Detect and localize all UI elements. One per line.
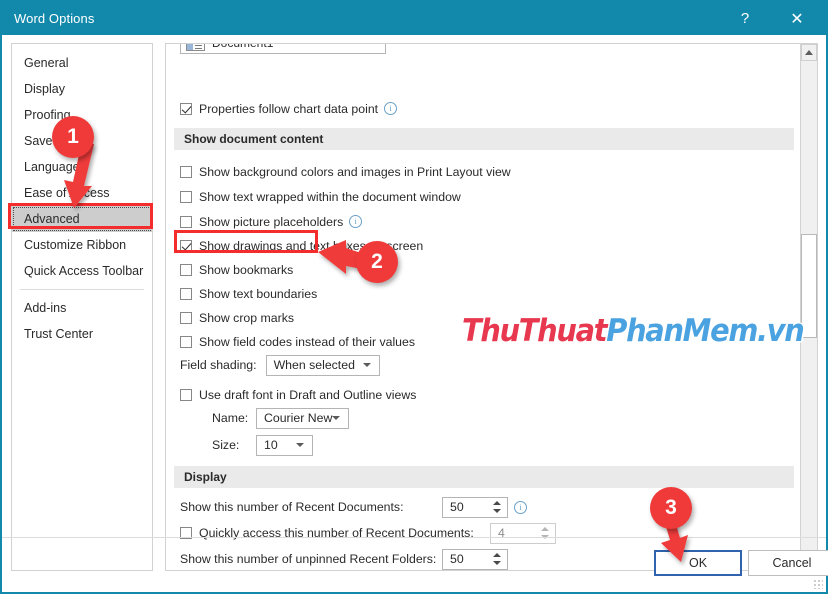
ok-button[interactable]: OK — [654, 550, 742, 576]
label-show-bookmarks: Show bookmarks — [199, 262, 294, 277]
spinner-up-icon[interactable] — [493, 501, 501, 505]
info-icon[interactable]: i — [384, 102, 398, 115]
row-draft-font-size: Size: 10 — [212, 434, 313, 456]
vertical-scrollbar[interactable] — [800, 44, 817, 570]
scrollbar-thumb[interactable] — [801, 234, 817, 338]
row-show-crop-marks[interactable]: Show crop marks — [180, 307, 294, 328]
label-show-picture-placeholders: Show picture placeholders — [199, 214, 344, 229]
row-show-field-codes[interactable]: Show field codes instead of their values — [180, 331, 415, 352]
dialog-body: General Display Proofing Save Language E… — [2, 35, 828, 592]
label-recent-documents: Show this number of Recent Documents: — [180, 500, 404, 514]
dropdown-draft-font-name-value: Courier New — [264, 411, 333, 425]
checkbox-show-text-wrapped[interactable] — [180, 190, 192, 203]
checkbox-show-picture-placeholders[interactable] — [180, 215, 192, 228]
chevron-down-icon — [362, 363, 371, 367]
label-use-draft-font: Use draft font in Draft and Outline view… — [199, 387, 417, 402]
row-show-background-colors[interactable]: Show background colors and images in Pri… — [180, 161, 511, 182]
label-show-background-colors: Show background colors and images in Pri… — [199, 164, 511, 179]
spinner-down-icon[interactable] — [493, 509, 501, 513]
row-show-picture-placeholders[interactable]: Show picture placeholders i — [180, 211, 363, 232]
row-show-text-boundaries[interactable]: Show text boundaries — [180, 283, 317, 304]
label-properties-follow-chart: Properties follow chart data point — [199, 101, 379, 116]
row-show-text-wrapped[interactable]: Show text wrapped within the document wi… — [180, 186, 461, 207]
dropdown-draft-font-size-value: 10 — [264, 438, 278, 452]
scroll-up-button[interactable] — [801, 44, 817, 61]
sidebar-item-customize-ribbon[interactable]: Customize Ribbon — [12, 232, 152, 258]
label-show-text-wrapped: Show text wrapped within the document wi… — [199, 189, 461, 204]
label-field-shading: Field shading: — [180, 358, 257, 372]
label-show-text-boundaries: Show text boundaries — [199, 286, 318, 301]
label-show-field-codes: Show field codes instead of their values — [199, 334, 416, 349]
chevron-down-icon — [296, 443, 304, 447]
chart-document-value: Document1 — [212, 44, 273, 50]
row-field-shading: Field shading: When selected — [180, 354, 380, 376]
checkbox-show-background-colors[interactable] — [180, 165, 192, 178]
close-icon[interactable]: ✕ — [774, 2, 820, 35]
dialog-button-bar: OK Cancel — [2, 537, 828, 592]
label-draft-font-name: Name: — [212, 411, 249, 425]
checkbox-show-drawings[interactable] — [180, 239, 192, 252]
info-icon[interactable]: i — [349, 215, 363, 228]
spinner-up-icon[interactable] — [541, 527, 549, 531]
row-draft-font-name: Name: Courier New — [212, 407, 349, 429]
spinner-arrows[interactable] — [493, 501, 501, 513]
title-bar: Word Options ? ✕ — [2, 2, 826, 35]
info-icon[interactable]: i — [514, 500, 527, 514]
label-show-drawings: Show drawings and text boxes on screen — [199, 238, 424, 253]
sidebar-item-language[interactable]: Language — [12, 154, 152, 180]
sidebar-item-proofing[interactable]: Proofing — [12, 102, 152, 128]
label-show-crop-marks: Show crop marks — [199, 310, 294, 325]
checkbox-use-draft-font[interactable] — [180, 388, 192, 401]
label-draft-font-size: Size: — [212, 438, 240, 452]
chevron-up-icon — [805, 50, 813, 55]
sidebar-item-display[interactable]: Display — [12, 76, 152, 102]
sidebar-item-add-ins[interactable]: Add-ins — [12, 295, 152, 321]
options-sidebar: General Display Proofing Save Language E… — [11, 43, 153, 571]
sidebar-item-general[interactable]: General — [12, 50, 152, 76]
sidebar-item-trust-center[interactable]: Trust Center — [12, 321, 152, 347]
sidebar-item-ease-of-access[interactable]: Ease of Access — [12, 180, 152, 206]
spinner-recent-documents-value: 50 — [450, 500, 464, 514]
chart-document-combo[interactable]: Document1 — [180, 44, 386, 54]
options-content-pane: Document1 Properties follow chart data p… — [165, 43, 818, 571]
resize-grip-icon[interactable] — [813, 579, 823, 589]
checkbox-show-text-boundaries[interactable] — [180, 287, 192, 300]
window-title: Word Options — [14, 11, 95, 26]
checkbox-properties-follow-chart[interactable] — [180, 102, 192, 115]
row-use-draft-font[interactable]: Use draft font in Draft and Outline view… — [180, 384, 416, 405]
row-recent-documents: Show this number of Recent Documents: 50… — [180, 496, 527, 518]
word-options-dialog: Word Options ? ✕ General Display Proofin… — [0, 0, 828, 594]
sidebar-divider — [20, 289, 144, 290]
document-icon — [186, 44, 205, 51]
dropdown-draft-font-size[interactable]: 10 — [256, 434, 313, 456]
row-show-drawings[interactable]: Show drawings and text boxes on screen — [180, 235, 423, 256]
sidebar-item-advanced[interactable]: Advanced — [12, 206, 152, 232]
spinner-recent-documents[interactable]: 50 — [442, 496, 508, 518]
dropdown-field-shading-value: When selected — [273, 358, 355, 372]
dropdown-draft-font-name[interactable]: Courier New — [256, 407, 349, 429]
heading-display: Display — [174, 466, 794, 488]
checkbox-show-field-codes[interactable] — [180, 335, 192, 348]
chevron-down-icon — [332, 416, 341, 420]
sidebar-item-quick-access-toolbar[interactable]: Quick Access Toolbar — [12, 258, 152, 284]
dropdown-field-shading[interactable]: When selected — [265, 354, 380, 376]
checkbox-show-bookmarks[interactable] — [180, 263, 192, 276]
row-show-bookmarks[interactable]: Show bookmarks — [180, 259, 293, 280]
heading-show-document-content: Show document content — [174, 128, 794, 150]
checkbox-show-crop-marks[interactable] — [180, 311, 192, 324]
sidebar-item-save[interactable]: Save — [12, 128, 152, 154]
row-properties-follow-chart[interactable]: Properties follow chart data point i — [180, 98, 398, 119]
help-button[interactable]: ? — [722, 2, 768, 35]
content-scroll-region: Document1 Properties follow chart data p… — [166, 44, 801, 570]
cancel-button[interactable]: Cancel — [748, 550, 828, 576]
